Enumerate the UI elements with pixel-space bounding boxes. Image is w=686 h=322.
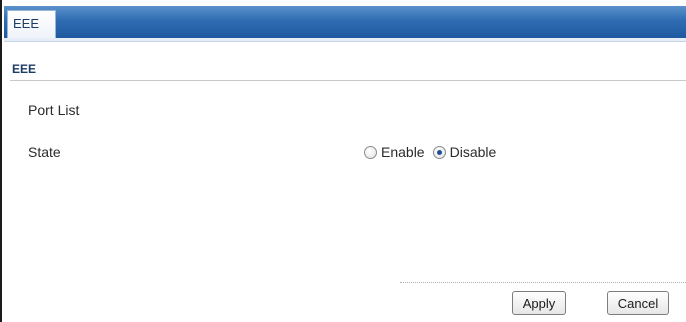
tab-underline: [4, 38, 686, 42]
state-disable-radio[interactable]: [432, 145, 446, 159]
tab-eee[interactable]: EEE: [7, 10, 56, 38]
tab-eee-label: EEE: [13, 16, 40, 31]
tab-bar: EEE: [4, 6, 686, 38]
state-disable-label[interactable]: Disable: [450, 144, 497, 160]
cancel-button[interactable]: Cancel: [607, 291, 669, 315]
section-divider: [10, 80, 686, 81]
state-enable-radio[interactable]: [364, 145, 377, 159]
apply-button[interactable]: Apply: [512, 291, 566, 315]
state-label: State: [28, 144, 61, 160]
button-divider: [400, 282, 686, 283]
port-list-label: Port List: [28, 102, 80, 118]
state-radio-group: Enable Disable: [364, 144, 504, 160]
section-title: EEE: [12, 62, 37, 76]
state-enable-label[interactable]: Enable: [381, 144, 425, 160]
main-frame: EEE EEE Port List State Enable Disable A…: [0, 0, 686, 322]
